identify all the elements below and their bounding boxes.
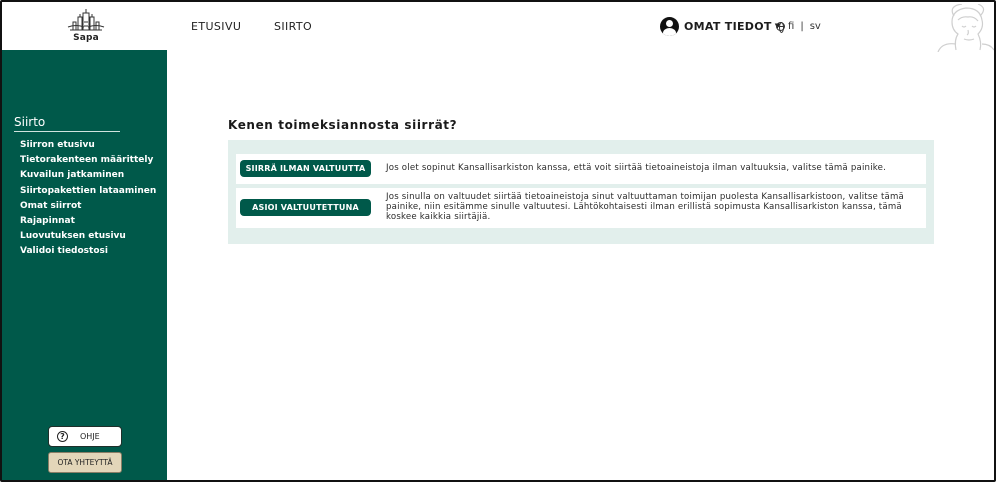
question-mark-icon: ? — [57, 431, 68, 442]
sidebar-menu: Siirron etusivu Tietorakenteen määrittel… — [20, 138, 156, 260]
language-switcher: fi | sv — [776, 21, 821, 33]
sidebar-item-rajapinnat[interactable]: Rajapinnat — [20, 214, 156, 229]
options-panel: SIIRRÄ ILMAN VALTUUTTA Jos olet sopinut … — [228, 140, 934, 244]
option-row-no-authorization: SIIRRÄ ILMAN VALTUUTTA Jos olet sopinut … — [236, 154, 926, 184]
sidebar-item-omat-siirrot[interactable]: Omat siirrot — [20, 199, 156, 214]
option-row-authorized: ASIOI VALTUUTETTUNA Jos sinulla on valtu… — [236, 188, 926, 228]
sidebar-item-validoi-tiedostosi[interactable]: Validoi tiedostosi — [20, 244, 156, 259]
act-as-authorized-button[interactable]: ASIOI VALTUUTETTUNA — [240, 199, 371, 216]
option-description: Jos olet sopinut Kansallisarkiston kanss… — [386, 163, 887, 173]
page-heading: Kenen toimeksiannosta siirrät? — [228, 118, 458, 132]
transfer-without-authorization-button[interactable]: SIIRRÄ ILMAN VALTUUTTA — [240, 160, 371, 177]
nav-siirto[interactable]: SIIRTO — [274, 20, 312, 33]
sidebar-divider — [14, 131, 120, 132]
help-button-label: OHJE — [80, 432, 100, 441]
sapa-logo[interactable]: Sapa — [64, 8, 108, 48]
logo-text: Sapa — [73, 33, 99, 43]
user-menu[interactable]: OMAT TIEDOT ▼ — [660, 16, 780, 36]
sidebar-title: Siirto — [14, 115, 46, 129]
sidebar-item-siirtopakettien-lataaminen[interactable]: Siirtopakettien lataaminen — [20, 184, 156, 199]
lang-separator: | — [800, 21, 804, 32]
sidebar-item-luovutuksen-etusivu[interactable]: Luovutuksen etusivu — [20, 229, 156, 244]
sidebar-item-tietorakenteen-maarittely[interactable]: Tietorakenteen määrittely — [20, 153, 156, 168]
globe-icon — [776, 22, 785, 33]
top-header: Sapa ETUSIVU SIIRTO OMAT TIEDOT ▼ fi | s… — [2, 2, 994, 52]
castle-emblem-icon — [67, 9, 105, 31]
nav-etusivu[interactable]: ETUSIVU — [191, 20, 241, 33]
contact-button[interactable]: OTA YHTEYTTÄ — [48, 452, 122, 473]
option-description: Jos sinulla on valtuudet siirtää tietoai… — [386, 192, 905, 222]
lang-sv[interactable]: sv — [810, 21, 821, 32]
sidebar-item-siirron-etusivu[interactable]: Siirron etusivu — [20, 138, 156, 153]
portrait-illustration — [937, 4, 994, 52]
sidebar-item-kuvailun-jatkaminen[interactable]: Kuvailun jatkaminen — [20, 168, 156, 183]
user-menu-label: OMAT TIEDOT — [684, 19, 772, 33]
user-avatar-icon — [660, 16, 679, 36]
sidebar: Siirto Siirron etusivu Tietorakenteen mä… — [2, 50, 167, 480]
help-button[interactable]: ? OHJE — [48, 426, 122, 447]
lang-fi[interactable]: fi — [788, 21, 794, 32]
